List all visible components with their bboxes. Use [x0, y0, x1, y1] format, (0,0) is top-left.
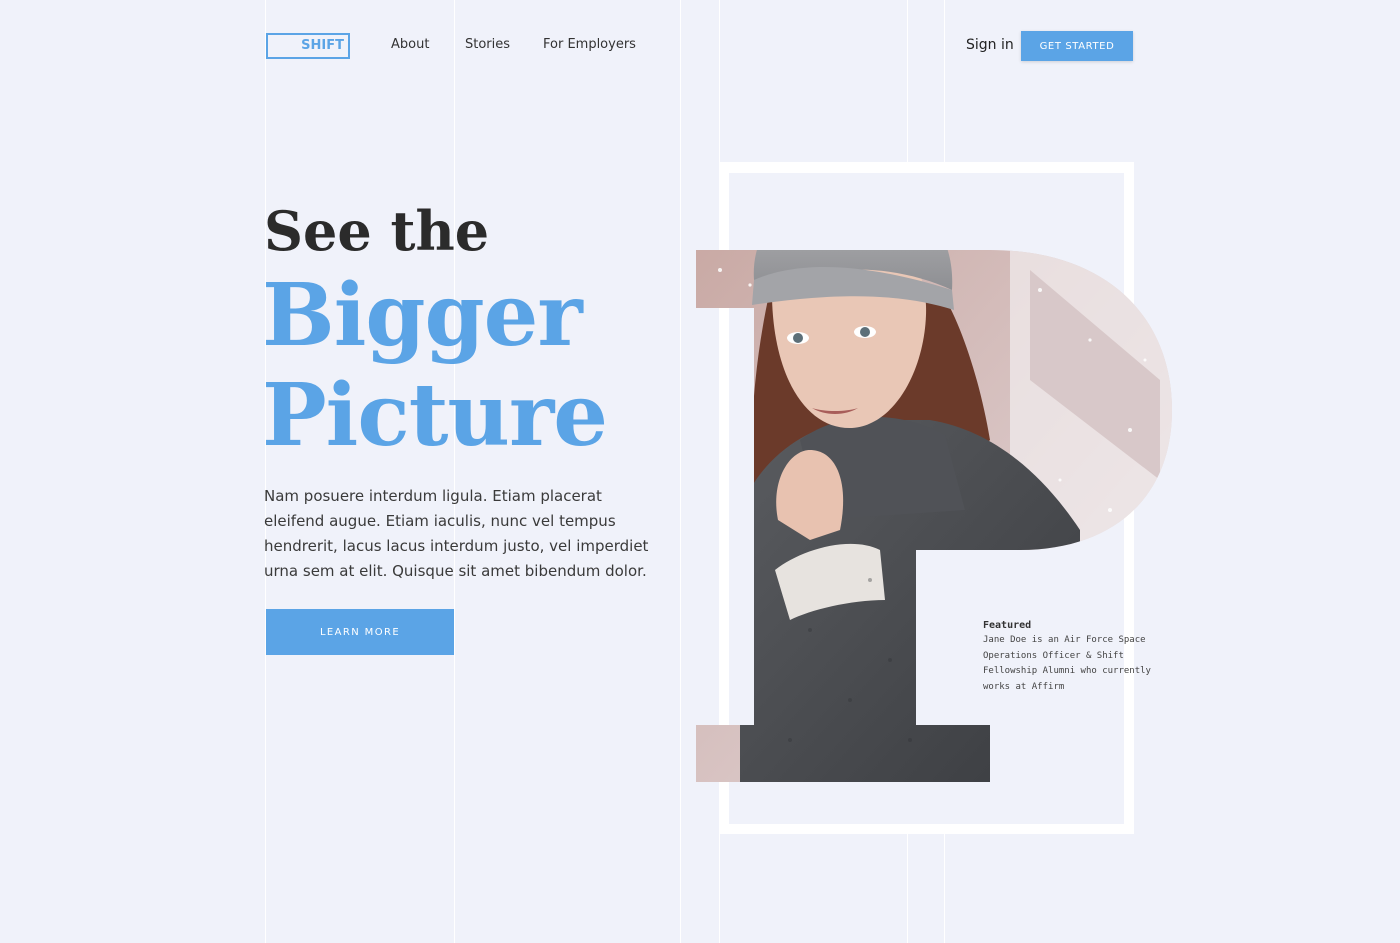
featured-title: Featured: [983, 620, 1032, 631]
nav-stories[interactable]: Stories: [465, 36, 510, 54]
sign-in-link[interactable]: Sign in: [966, 36, 1014, 54]
logo[interactable]: SHIFT: [266, 33, 350, 59]
featured-text: Jane Doe is an Air Force Space Operation…: [983, 635, 1151, 692]
grid-line: [454, 0, 455, 943]
grid-line: [265, 0, 266, 943]
learn-more-button[interactable]: LEARN MORE: [266, 609, 454, 655]
nav-about[interactable]: About: [391, 36, 429, 54]
grid-line: [680, 0, 681, 943]
nav-for-employers[interactable]: For Employers: [543, 36, 636, 54]
hero-heading-line2: Bigger: [262, 265, 583, 366]
hero-heading-line3: Picture: [262, 365, 608, 466]
featured-photo: [696, 250, 1172, 782]
logo-text: SHIFT: [301, 38, 344, 53]
hero-description: Nam posuere interdum ligula. Etiam place…: [264, 487, 649, 580]
featured-caption: Featured Jane Doe is an Air Force Space …: [983, 618, 1168, 695]
hero-heading-line1: See the: [264, 199, 490, 263]
get-started-button[interactable]: GET STARTED: [1021, 31, 1133, 61]
